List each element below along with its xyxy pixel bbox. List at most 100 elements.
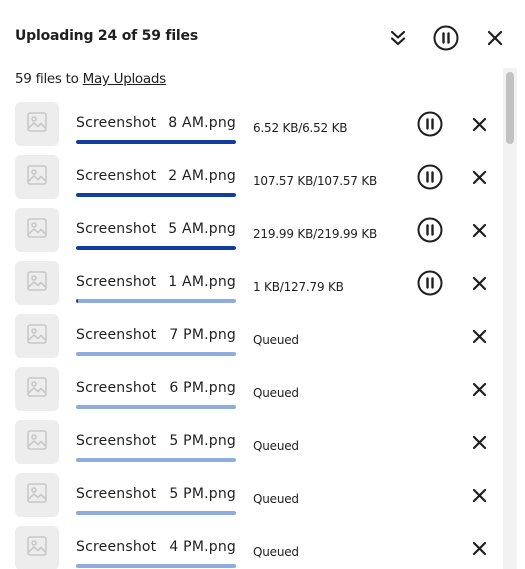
image-placeholder-icon bbox=[26, 270, 48, 296]
file-status: Queued bbox=[253, 333, 299, 347]
close-icon bbox=[472, 541, 487, 560]
upload-progress-bar bbox=[76, 511, 236, 515]
upload-progress-bar bbox=[76, 458, 236, 462]
remove-file-button[interactable] bbox=[465, 536, 493, 564]
file-name-prefix: Screenshot bbox=[76, 274, 157, 290]
remove-file-button[interactable] bbox=[465, 377, 493, 405]
file-name-prefix: Screenshot bbox=[76, 168, 157, 184]
upload-progress-bar bbox=[76, 405, 236, 409]
file-name-suffix: 4 PM.png bbox=[169, 539, 236, 555]
pause-circle-icon bbox=[417, 217, 443, 247]
scrollbar-thumb[interactable] bbox=[506, 72, 514, 144]
file-name-prefix: Screenshot bbox=[76, 433, 157, 449]
file-status: Queued bbox=[253, 492, 299, 506]
file-thumbnail bbox=[15, 155, 59, 199]
file-name-prefix: Screenshot bbox=[76, 327, 157, 343]
image-placeholder-icon bbox=[26, 111, 48, 137]
file-thumbnail bbox=[15, 420, 59, 464]
remove-file-button[interactable] bbox=[465, 112, 493, 140]
file-row: Screenshot 6 PM.png Queued bbox=[0, 367, 503, 420]
double-chevron-down-icon bbox=[389, 29, 407, 47]
file-count-text: 59 files to bbox=[15, 71, 83, 87]
pause-upload-button[interactable] bbox=[416, 164, 444, 194]
file-thumbnail bbox=[15, 367, 59, 411]
remove-file-button[interactable] bbox=[465, 483, 493, 511]
close-icon bbox=[472, 382, 487, 401]
upload-panel-header: Uploading 24 of 59 files bbox=[0, 0, 525, 76]
file-status: 219.99 KB/219.99 KB bbox=[253, 227, 378, 241]
close-icon bbox=[472, 276, 487, 295]
file-name: Screenshot 8 AM.png bbox=[76, 115, 236, 133]
remove-file-button[interactable] bbox=[465, 165, 493, 193]
upload-progress-bar bbox=[76, 193, 236, 197]
file-name: Screenshot 7 PM.png bbox=[76, 327, 236, 345]
close-icon bbox=[472, 117, 487, 136]
file-name-suffix: 5 PM.png bbox=[169, 433, 236, 449]
image-placeholder-icon bbox=[26, 217, 48, 243]
pause-circle-icon bbox=[417, 164, 443, 194]
close-icon bbox=[472, 170, 487, 189]
file-name: Screenshot 2 AM.png bbox=[76, 168, 236, 186]
file-name-prefix: Screenshot bbox=[76, 221, 157, 237]
close-button[interactable] bbox=[480, 23, 510, 53]
file-name-suffix: 1 AM.png bbox=[168, 274, 236, 290]
file-name-suffix: 7 PM.png bbox=[169, 327, 236, 343]
file-status: 1 KB/127.79 KB bbox=[253, 280, 344, 294]
pause-upload-button[interactable] bbox=[416, 217, 444, 247]
file-thumbnail bbox=[15, 261, 59, 305]
image-placeholder-icon bbox=[26, 482, 48, 508]
file-name-prefix: Screenshot bbox=[76, 115, 157, 131]
file-name-prefix: Screenshot bbox=[76, 539, 157, 555]
file-status: Queued bbox=[253, 545, 299, 559]
file-status: Queued bbox=[253, 386, 299, 400]
remove-file-button[interactable] bbox=[465, 430, 493, 458]
remove-file-button[interactable] bbox=[465, 324, 493, 352]
file-name: Screenshot 1 AM.png bbox=[76, 274, 236, 292]
destination-folder-link[interactable]: May Uploads bbox=[83, 71, 167, 87]
remove-file-button[interactable] bbox=[465, 218, 493, 246]
upload-progress-bar bbox=[76, 246, 236, 250]
file-row: Screenshot 4 PM.png Queued bbox=[0, 526, 503, 569]
image-placeholder-icon bbox=[26, 376, 48, 402]
upload-summary: 59 files to May Uploads bbox=[15, 71, 166, 87]
image-placeholder-icon bbox=[26, 164, 48, 190]
close-icon bbox=[472, 435, 487, 454]
collapse-button[interactable] bbox=[383, 23, 413, 53]
close-icon bbox=[472, 488, 487, 507]
file-thumbnail bbox=[15, 102, 59, 146]
file-name: Screenshot 5 AM.png bbox=[76, 221, 236, 239]
file-name: Screenshot 4 PM.png bbox=[76, 539, 236, 557]
file-upload-list: Screenshot 8 AM.png 6.52 KB/6.52 KB Screens… bbox=[0, 94, 503, 569]
close-icon bbox=[472, 223, 487, 242]
file-name-suffix: 2 AM.png bbox=[168, 168, 236, 184]
file-row: Screenshot 5 PM.png Queued bbox=[0, 473, 503, 526]
upload-progress-bar bbox=[76, 299, 236, 303]
close-icon bbox=[487, 30, 503, 46]
upload-progress-fill bbox=[76, 246, 236, 250]
file-name-prefix: Screenshot bbox=[76, 486, 157, 502]
upload-progress-fill bbox=[76, 140, 236, 144]
image-placeholder-icon bbox=[26, 323, 48, 349]
pause-circle-icon bbox=[417, 270, 443, 300]
file-thumbnail bbox=[15, 314, 59, 358]
file-row: Screenshot 1 AM.png 1 KB/127.79 KB bbox=[0, 261, 503, 314]
file-name-suffix: 8 AM.png bbox=[168, 115, 236, 131]
remove-file-button[interactable] bbox=[465, 271, 493, 299]
file-row: Screenshot 7 PM.png Queued bbox=[0, 314, 503, 367]
upload-title: Uploading 24 of 59 files bbox=[15, 28, 198, 44]
upload-progress-bar bbox=[76, 564, 236, 568]
pause-upload-button[interactable] bbox=[416, 111, 444, 141]
file-row: Screenshot 8 AM.png 6.52 KB/6.52 KB bbox=[0, 102, 503, 155]
pause-upload-button[interactable] bbox=[416, 270, 444, 300]
pause-all-button[interactable] bbox=[431, 23, 461, 53]
pause-circle-icon bbox=[417, 111, 443, 141]
file-status: 107.57 KB/107.57 KB bbox=[253, 174, 378, 188]
file-name-suffix: 5 PM.png bbox=[169, 486, 236, 502]
file-thumbnail bbox=[15, 473, 59, 517]
close-icon bbox=[472, 329, 487, 348]
pause-circle-icon bbox=[433, 25, 459, 51]
file-row: Screenshot 2 AM.png 107.57 KB/107.57 KB bbox=[0, 155, 503, 208]
file-thumbnail bbox=[15, 208, 59, 252]
file-row: Screenshot 5 AM.png 219.99 KB/219.99 KB bbox=[0, 208, 503, 261]
file-name: Screenshot 5 PM.png bbox=[76, 486, 236, 504]
